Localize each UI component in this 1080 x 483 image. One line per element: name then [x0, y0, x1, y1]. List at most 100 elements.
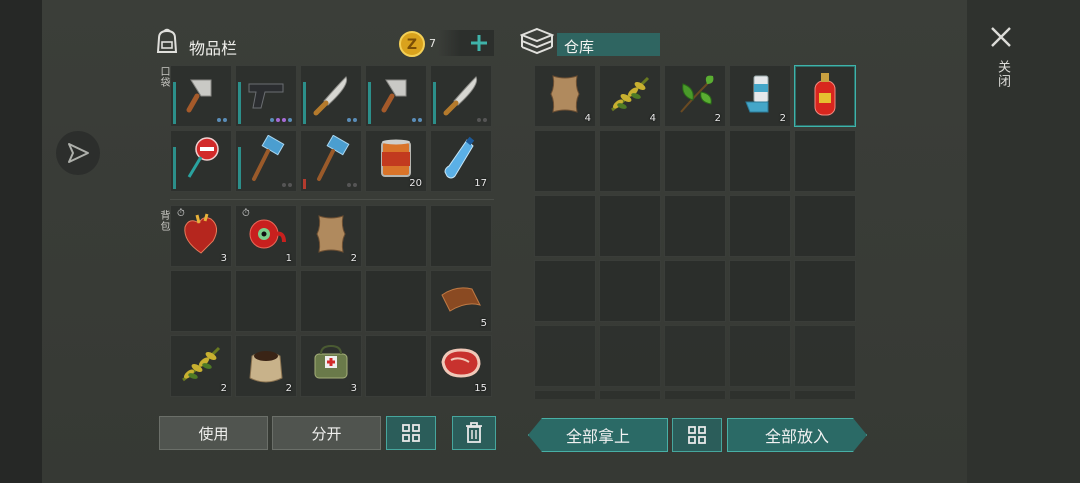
inventory-title: 物品栏 [189, 39, 238, 58]
item-count: 3 [220, 253, 227, 264]
pocket-slot[interactable]: 17 [430, 130, 492, 192]
coin-count: 7 [429, 37, 436, 50]
durability-bar [238, 147, 241, 189]
empty-slot[interactable] [599, 260, 661, 322]
pocket-slot[interactable] [235, 65, 297, 127]
item-count: 5 [480, 318, 487, 329]
attachment-dot [288, 118, 292, 122]
attachment-dots [270, 118, 292, 122]
backpack-slot[interactable]: 2 [235, 335, 297, 397]
item-count: 2 [285, 383, 292, 394]
empty-slot[interactable] [534, 390, 596, 399]
empty-slot[interactable] [599, 130, 661, 192]
durability-bar [368, 82, 371, 124]
empty-slot[interactable] [664, 130, 726, 192]
empty-slot[interactable] [599, 195, 661, 257]
put-all-button[interactable]: 全部放入 [727, 418, 867, 452]
backpack-grid: ⏱ 3 ⏱ 1 2 5 2 2 3 15 [170, 205, 492, 397]
empty-slot[interactable] [534, 325, 596, 387]
empty-slot[interactable] [534, 195, 596, 257]
sort-inventory-button[interactable] [386, 416, 436, 450]
put-all-label: 全部放入 [764, 427, 829, 446]
backpack-slot[interactable]: 2 [170, 335, 232, 397]
use-button[interactable]: 使用 [159, 416, 268, 450]
close-button[interactable]: 关闭 [986, 22, 1016, 102]
durability-bar [173, 147, 176, 189]
svg-text:Z: Z [407, 37, 417, 53]
pocket-slot[interactable] [365, 65, 427, 127]
inhaler-icon [740, 72, 780, 120]
backpack-slot[interactable]: 3 [300, 335, 362, 397]
backpack-slot[interactable]: 15 [430, 335, 492, 397]
backpack-slot[interactable]: ⏱ 1 [235, 205, 297, 267]
empty-slot[interactable] [794, 195, 856, 257]
empty-slot[interactable] [599, 390, 661, 399]
plant-fiber-icon [606, 72, 654, 120]
trash-icon [466, 422, 482, 443]
send-button[interactable] [56, 131, 100, 175]
warehouse-slot[interactable]: 2 [729, 65, 791, 127]
sledgehammer-icon [309, 134, 353, 187]
empty-slot[interactable] [300, 270, 362, 332]
backpack-slot[interactable]: 2 [300, 205, 362, 267]
empty-slot[interactable] [664, 390, 726, 399]
pocket-slot[interactable] [430, 65, 492, 127]
empty-slot[interactable] [599, 325, 661, 387]
empty-slot[interactable] [534, 260, 596, 322]
gas-canister-icon [805, 69, 845, 123]
machete-icon [308, 71, 354, 121]
trash-button[interactable] [452, 416, 496, 450]
attachment-dot [270, 118, 274, 122]
attachment-dot [276, 118, 280, 122]
empty-slot[interactable] [235, 270, 297, 332]
empty-slot[interactable] [729, 130, 791, 192]
pocket-slot[interactable] [170, 65, 232, 127]
durability-bar [303, 179, 306, 189]
empty-slot[interactable] [365, 270, 427, 332]
empty-slot[interactable] [794, 325, 856, 387]
split-button[interactable]: 分开 [272, 416, 381, 450]
pocket-slot[interactable] [300, 65, 362, 127]
pistol-icon [243, 74, 289, 118]
empty-slot[interactable] [729, 260, 791, 322]
empty-slot[interactable] [664, 260, 726, 322]
attachment-dot [353, 118, 357, 122]
add-coins-button[interactable] [438, 30, 494, 56]
backpack-slot[interactable]: ⏱ 3 [170, 205, 232, 267]
backpack-slot[interactable]: 5 [430, 270, 492, 332]
empty-slot[interactable] [534, 130, 596, 192]
empty-slot[interactable] [664, 195, 726, 257]
attachment-dot [282, 183, 286, 187]
close-icon [991, 27, 1011, 47]
warehouse-slot[interactable]: 2 [664, 65, 726, 127]
attachment-dot [483, 118, 487, 122]
pocket-slot[interactable] [300, 130, 362, 192]
backpack-label: 背包 [158, 210, 169, 232]
item-count: 2 [714, 113, 721, 124]
pocket-slot[interactable] [235, 130, 297, 192]
warehouse-slot[interactable]: 4 [599, 65, 661, 127]
pocket-slot[interactable]: 20 [365, 130, 427, 192]
warehouse-slot[interactable]: 4 [534, 65, 596, 127]
empty-slot[interactable] [794, 390, 856, 399]
empty-slot[interactable] [729, 325, 791, 387]
warehouse-slot[interactable] [794, 65, 856, 127]
empty-slot[interactable] [365, 335, 427, 397]
take-all-button[interactable]: 全部拿上 [528, 418, 668, 452]
attachment-dots [347, 118, 357, 122]
eyeball-meat-icon [244, 212, 288, 260]
empty-slot[interactable] [430, 205, 492, 267]
item-count: 17 [474, 178, 487, 189]
empty-slot[interactable] [170, 270, 232, 332]
pocket-slot[interactable] [170, 130, 232, 192]
item-count: 3 [350, 383, 357, 394]
empty-slot[interactable] [729, 390, 791, 399]
durability-bar [238, 82, 241, 124]
item-count: 20 [409, 178, 422, 189]
empty-slot[interactable] [664, 325, 726, 387]
empty-slot[interactable] [794, 130, 856, 192]
empty-slot[interactable] [794, 260, 856, 322]
empty-slot[interactable] [365, 205, 427, 267]
sort-warehouse-button[interactable] [672, 418, 722, 452]
empty-slot[interactable] [729, 195, 791, 257]
